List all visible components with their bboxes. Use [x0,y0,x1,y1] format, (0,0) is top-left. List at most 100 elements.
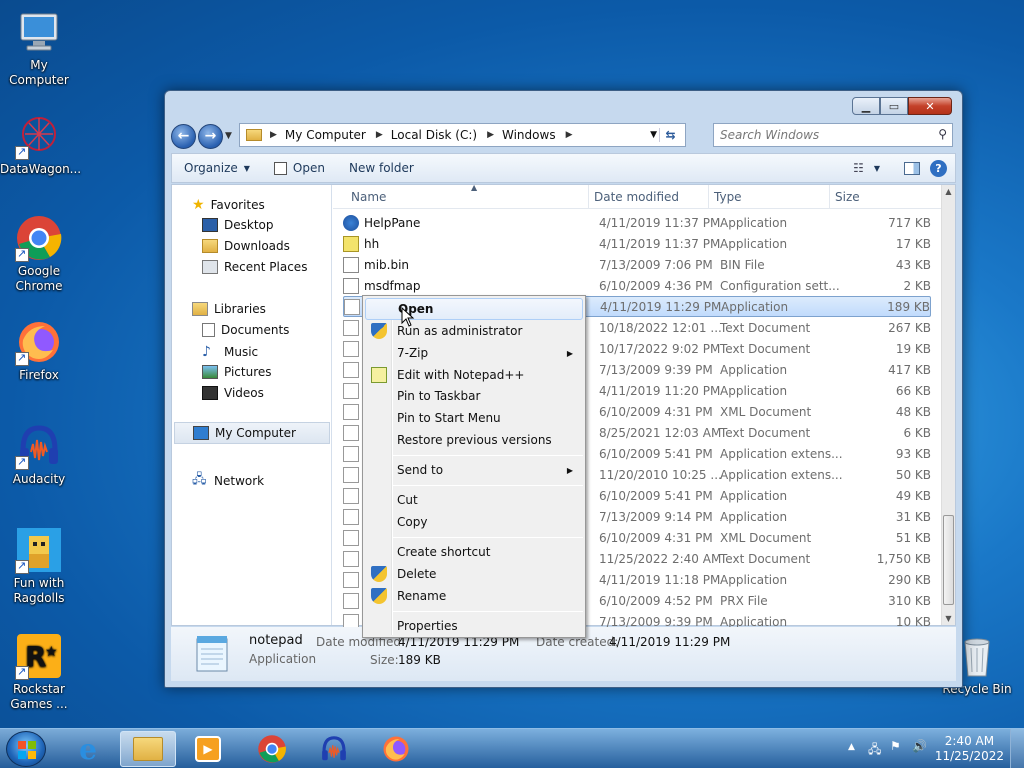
libraries-icon [192,302,208,316]
taskbar-internet-explorer[interactable]: e [60,731,116,767]
taskbar-media-player[interactable]: ▶ [180,731,236,767]
new-folder-button[interactable]: New folder [337,154,426,182]
nav-my-computer[interactable]: My Computer [174,422,330,444]
menu-item-restore-previous-versions[interactable]: Restore previous versions [365,429,583,451]
nav-downloads[interactable]: Downloads [202,239,290,253]
search-input[interactable]: Search Windows ⚲ [713,123,953,147]
file-date: 4/11/2019 11:37 PM [599,236,721,251]
menu-item-delete[interactable]: Delete [365,563,583,585]
file-icon [343,361,359,378]
file-row[interactable]: HelpPane 4/11/2019 11:37 PM Application 717… [343,212,931,233]
menu-item-create-shortcut[interactable]: Create shortcut [365,541,583,563]
desktop-icon-rockstar-games[interactable]: R★ Rockstar Games ... [0,632,78,712]
breadcrumb-windows[interactable]: Windows [502,128,556,142]
file-type: Text Document [720,551,811,566]
taskbar-firefox[interactable] [368,731,424,767]
breadcrumb-chevron-icon[interactable]: ▶ [487,130,494,140]
notepad-large-icon [196,636,228,672]
menu-label: Cut [397,493,418,507]
show-desktop-button[interactable] [1010,729,1024,768]
nav-favorites[interactable]: ★ Favorites [192,197,265,213]
music-note-icon: ♪ [202,344,211,360]
firefox-icon [383,736,409,762]
address-dropdown-icon[interactable]: ▼ [650,130,657,140]
vertical-scrollbar[interactable]: ▲ ▼ [941,185,955,625]
file-row[interactable]: mib.bin 7/13/2009 7:06 PM BIN File 43 KB [343,254,931,275]
breadcrumb-my-computer[interactable]: My Computer [285,128,366,142]
organize-button[interactable]: Organize ▼ [172,154,262,182]
scroll-up-icon[interactable]: ▲ [942,187,955,196]
file-icon [343,466,359,483]
column-header: Name ▲ Date modified Type Size [333,183,941,209]
preview-pane-icon[interactable] [904,161,920,175]
volume-icon[interactable]: 🔊 [912,739,927,753]
show-hidden-icons-icon[interactable]: ▲ [848,742,855,752]
breadcrumb-chevron-icon[interactable]: ▶ [270,130,277,140]
network-tray-icon[interactable]: 🖧 [868,740,881,761]
nav-label: Downloads [224,239,290,253]
nav-videos[interactable]: Videos [202,386,264,400]
file-size: 290 KB [888,572,931,587]
nav-libraries[interactable]: Libraries [192,302,266,316]
nav-recent-places[interactable]: Recent Places [202,260,307,274]
scroll-thumb[interactable] [943,515,954,605]
maximize-icon: ▭ [888,99,900,113]
menu-item-open[interactable]: Open [365,298,583,320]
file-size: 93 KB [895,446,931,461]
menu-item-rename[interactable]: Rename [365,585,583,607]
scroll-down-icon[interactable]: ▼ [942,614,955,623]
file-size: 49 KB [895,488,931,503]
menu-item-copy[interactable]: Copy [365,511,583,533]
clock[interactable]: 2:40 AM 11/25/2022 [935,734,1004,764]
file-row[interactable]: hh 4/11/2019 11:37 PM Application 17 KB [343,233,931,254]
open-button[interactable]: Open [262,154,337,182]
nav-documents[interactable]: Documents [202,323,289,337]
taskbar-windows-explorer[interactable] [120,731,176,767]
nav-music[interactable]: ♪ Music [202,344,258,360]
breadcrumb-chevron-icon[interactable]: ▶ [376,130,383,140]
desktop-icon-my-computer[interactable]: My Computer [0,8,78,88]
taskbar-audacity[interactable] [306,731,362,767]
file-date: 6/10/2009 5:41 PM [599,488,713,503]
recent-pages-dropdown[interactable]: ▼ [225,131,237,141]
forward-button[interactable]: → [198,123,223,149]
search-icon[interactable]: ⚲ [938,127,947,141]
column-date-modified[interactable]: Date modified [594,190,679,204]
action-center-flag-icon[interactable]: ⚑ [890,739,901,753]
close-button[interactable]: ✕ [908,97,952,115]
nav-desktop[interactable]: Desktop [202,218,274,232]
file-row[interactable]: msdfmap 6/10/2009 4:36 PM Configuration se… [343,275,931,296]
column-name[interactable]: Name [351,190,386,204]
maximize-button[interactable]: ▭ [880,97,908,115]
address-bar[interactable]: ▶ My Computer ▶ Local Disk (C:) ▶ Window… [239,123,686,147]
menu-item-run-as-administrator[interactable]: Run as administrator [365,320,583,342]
column-size[interactable]: Size [835,190,860,204]
file-date: 6/10/2009 4:52 PM [599,593,713,608]
nav-network[interactable]: 🖧 Network [192,470,264,492]
view-dropdown-icon[interactable]: ▼ [874,164,880,173]
menu-item-send-to[interactable]: Send to ▶ [365,459,583,481]
column-type[interactable]: Type [714,190,742,204]
nav-pictures[interactable]: Pictures [202,365,272,379]
menu-item-cut[interactable]: Cut [365,489,583,511]
taskbar-google-chrome[interactable] [244,731,300,767]
change-view-icon[interactable]: ☷ [853,161,864,175]
back-button[interactable]: ← [171,123,196,149]
minimize-button[interactable]: ▁ [852,97,880,115]
breadcrumb-chevron-icon[interactable]: ▶ [566,130,573,140]
breadcrumb-local-disk[interactable]: Local Disk (C:) [391,128,477,142]
desktop-icon-fun-with-ragdolls[interactable]: Fun with Ragdolls [0,526,78,606]
desktop-icon-firefox[interactable]: Firefox [0,318,78,383]
desktop-icon-datawagon[interactable]: DataWagon... [0,112,81,177]
desktop-icon-audacity[interactable]: Audacity [0,422,78,487]
refresh-icon[interactable]: ⇆ [659,128,681,142]
menu-item-pin-to-taskbar[interactable]: Pin to Taskbar [365,385,583,407]
desktop-icon-google-chrome[interactable]: Google Chrome [0,214,78,294]
help-icon[interactable]: ? [930,159,947,177]
start-button[interactable] [6,731,46,767]
menu-item-edit-with-notepad-plus-plus[interactable]: Edit with Notepad++ [365,364,583,386]
menu-item-7zip[interactable]: 7-Zip ▶ [365,342,583,364]
file-icon [344,298,360,315]
menu-item-properties[interactable]: Properties [365,615,583,637]
menu-item-pin-to-start-menu[interactable]: Pin to Start Menu [365,407,583,429]
